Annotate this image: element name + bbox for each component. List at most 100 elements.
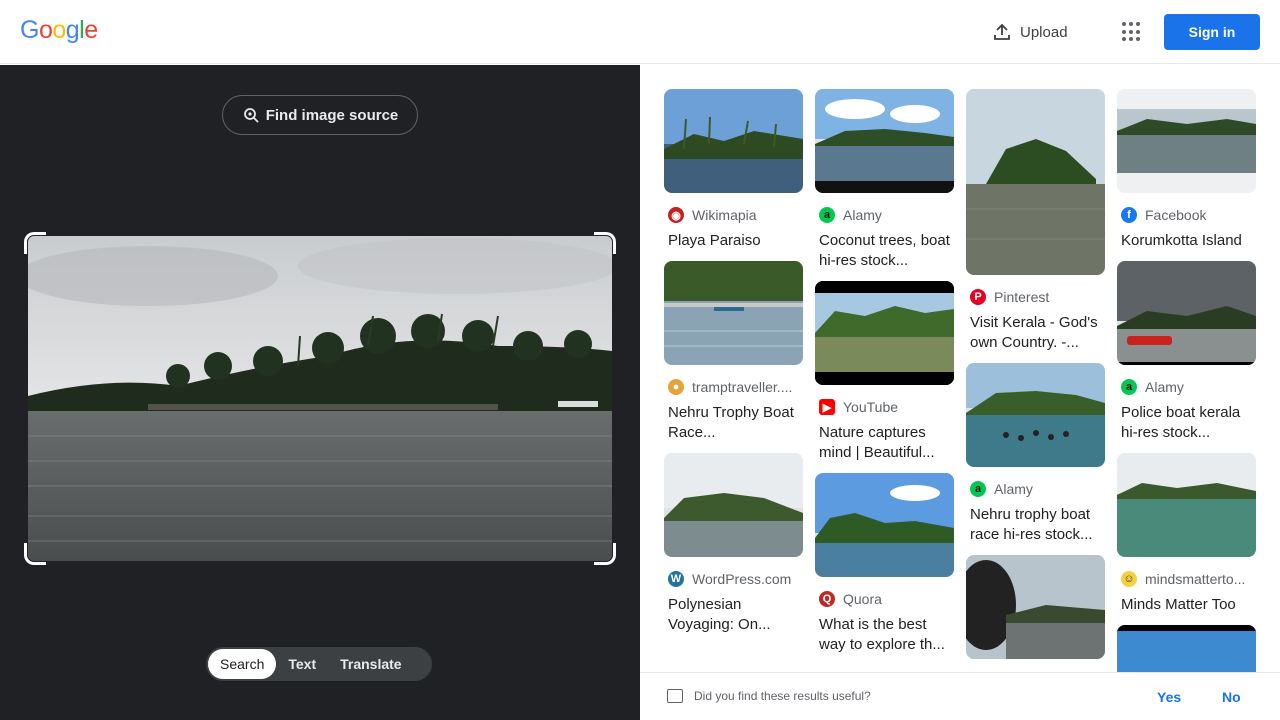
wikimapia-icon: ◉ <box>668 207 684 223</box>
result-thumbnail[interactable] <box>1117 453 1256 557</box>
result-source: ▶ YouTube <box>815 397 954 417</box>
result-thumbnail[interactable] <box>1117 625 1256 672</box>
result-title[interactable]: Nature captures mind | Beautiful... <box>815 423 954 463</box>
result-thumbnail[interactable] <box>815 281 954 385</box>
quora-icon: Q <box>819 591 835 607</box>
result-title[interactable]: Visit Kerala - God's own Country. -... <box>966 313 1105 353</box>
result-title[interactable]: Polynesian Voyaging: On... <box>664 595 803 635</box>
result-thumbnail[interactable] <box>966 555 1105 659</box>
result-card[interactable]: a Alamy Police boat kerala hi-res stock..… <box>1117 261 1256 443</box>
result-thumbnail[interactable] <box>664 261 803 365</box>
result-title[interactable]: Playa Paraiso <box>664 231 803 251</box>
google-logo[interactable]: Google <box>20 16 98 45</box>
result-source: f Facebook <box>1117 205 1256 225</box>
find-image-source-label: Find image source <box>265 106 399 124</box>
result-title[interactable]: What is the best way to explore th... <box>815 615 954 655</box>
results-column: a Alamy Coconut trees, boat hi-res stock.… <box>815 89 954 665</box>
result-source-label: Facebook <box>1145 207 1207 223</box>
logo-letter: o <box>52 16 66 44</box>
result-thumbnail[interactable] <box>966 89 1105 275</box>
crop-handle-bottom-right[interactable] <box>594 543 616 565</box>
result-source-label: tramptraveller.... <box>692 379 793 395</box>
result-source: a Alamy <box>1117 377 1256 397</box>
result-card[interactable]: ● tramptraveller.... Nehru Trophy Boat Ra… <box>664 261 803 443</box>
find-image-source-button[interactable]: Find image source <box>222 95 418 135</box>
feedback-yes-button[interactable]: Yes <box>1157 689 1181 705</box>
crop-handle-top-right[interactable] <box>594 232 616 254</box>
result-source: a Alamy <box>815 205 954 225</box>
results-panel: ◉ Wikimapia Playa Paraiso ● tramptraveller… <box>640 65 1280 672</box>
result-source-label: mindsmatterto... <box>1145 571 1246 587</box>
tramptraveller-icon: ● <box>668 379 684 395</box>
result-source-label: WordPress.com <box>692 571 792 587</box>
result-source-label: Quora <box>843 591 882 607</box>
result-thumbnail[interactable] <box>966 363 1105 467</box>
result-source: ● tramptraveller.... <box>664 377 803 397</box>
result-source: P Pinterest <box>966 287 1105 307</box>
result-card[interactable]: ▶ YouTube Nature captures mind | Beautifu… <box>815 281 954 463</box>
alamy-icon: a <box>970 481 986 497</box>
feedback-question: Did you find these results useful? <box>694 689 871 703</box>
result-card[interactable]: ☺ mindsmatterto... Minds Matter Too <box>1117 453 1256 615</box>
result-card[interactable]: P Pinterest Visit Kerala - God's own Coun… <box>966 89 1105 353</box>
lens-mode-switch: Search Text Translate <box>206 647 432 681</box>
result-card[interactable]: W WordPress.com Polynesian Voyaging: On..… <box>664 453 803 635</box>
result-card[interactable] <box>1117 625 1256 672</box>
result-title[interactable]: Minds Matter Too <box>1117 595 1256 615</box>
upload-button[interactable]: Upload <box>992 20 1068 44</box>
lens-search-icon <box>243 108 259 123</box>
result-card[interactable]: Q Quora What is the best way to explore t… <box>815 473 954 655</box>
result-source-label: Pinterest <box>994 289 1050 305</box>
pinterest-icon: P <box>970 289 986 305</box>
result-source-label: Wikimapia <box>692 207 757 223</box>
result-thumbnail[interactable] <box>664 89 803 193</box>
mode-text-button[interactable]: Text <box>276 649 328 679</box>
image-crop-area[interactable] <box>24 232 616 565</box>
youtube-icon: ▶ <box>819 399 835 415</box>
result-card[interactable] <box>966 555 1105 659</box>
sign-in-button[interactable]: Sign in <box>1164 14 1260 50</box>
result-source: Q Quora <box>815 589 954 609</box>
result-card[interactable]: f Facebook Korumkotta Island <box>1117 89 1256 251</box>
lens-panel: Find image source Search Text Translate <box>0 65 640 720</box>
result-source-label: YouTube <box>843 399 899 415</box>
result-card[interactable]: a Alamy Nehru trophy boat race hi-res sto… <box>966 363 1105 545</box>
crop-handle-top-left[interactable] <box>24 232 46 254</box>
result-title[interactable]: Nehru Trophy Boat Race... <box>664 403 803 443</box>
result-title[interactable]: Coconut trees, boat hi-res stock... <box>815 231 954 271</box>
result-title[interactable]: Korumkotta Island <box>1117 231 1256 251</box>
result-thumbnail[interactable] <box>815 473 954 577</box>
feedback-no-button[interactable]: No <box>1222 689 1241 705</box>
wordpress-icon: W <box>668 571 684 587</box>
result-title[interactable]: Police boat kerala hi-res stock... <box>1117 403 1256 443</box>
crop-handle-bottom-left[interactable] <box>24 543 46 565</box>
result-thumbnail[interactable] <box>664 453 803 557</box>
result-thumbnail[interactable] <box>815 89 954 193</box>
result-source-label: Alamy <box>1145 379 1184 395</box>
mode-search-button[interactable]: Search <box>208 649 277 679</box>
upload-label: Upload <box>1020 23 1068 41</box>
apps-grid-icon[interactable] <box>1122 22 1142 42</box>
results-column: f Facebook Korumkotta Island a Alamy Polic… <box>1117 89 1256 672</box>
mode-translate-button[interactable]: Translate <box>328 649 413 679</box>
result-source: W WordPress.com <box>664 569 803 589</box>
results-column: ◉ Wikimapia Playa Paraiso ● tramptraveller… <box>664 89 803 645</box>
result-thumbnail[interactable] <box>1117 261 1256 365</box>
feedback-bar: Did you find these results useful? Yes N… <box>640 672 1280 720</box>
logo-letter: G <box>20 16 39 44</box>
alamy-icon: a <box>1121 379 1137 395</box>
result-card[interactable]: ◉ Wikimapia Playa Paraiso <box>664 89 803 251</box>
facebook-icon: f <box>1121 207 1137 223</box>
top-bar: Google Upload Sign in <box>0 0 1280 64</box>
result-card[interactable]: a Alamy Coconut trees, boat hi-res stock.… <box>815 89 954 271</box>
logo-letter: e <box>84 16 98 44</box>
results-column: P Pinterest Visit Kerala - God's own Coun… <box>966 89 1105 669</box>
query-image <box>28 236 612 561</box>
logo-letter: o <box>38 16 53 44</box>
feedback-icon <box>667 689 683 703</box>
result-source: ◉ Wikimapia <box>664 205 803 225</box>
mindsmatter-icon: ☺ <box>1121 571 1137 587</box>
result-title[interactable]: Nehru trophy boat race hi-res stock... <box>966 505 1105 545</box>
alamy-icon: a <box>819 207 835 223</box>
result-thumbnail[interactable] <box>1117 89 1256 193</box>
